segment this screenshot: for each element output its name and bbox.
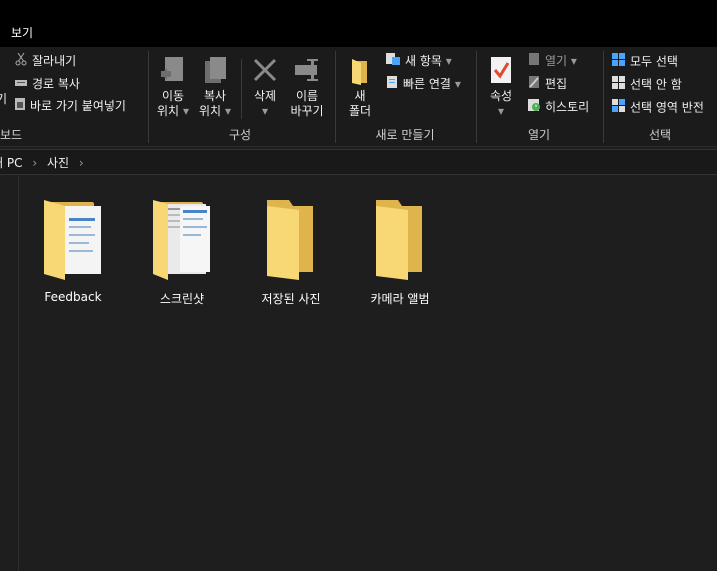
move-to-label-1: 이동 [161,89,185,103]
properties-check-icon [488,57,514,88]
folder-item[interactable]: 스크린샷 [132,196,232,307]
folder-with-screenshots-icon [150,200,214,284]
copy-to-label-2: 위치 [199,104,222,118]
history-label: 히스토리 [545,100,590,114]
properties-button[interactable]: 속성 ▾ [482,55,520,119]
paste-shortcut-button[interactable]: 바로 가기 붙여넣기 [14,97,126,115]
easy-access-icon [385,75,399,94]
folder-icon [259,200,323,284]
chevron-right-icon[interactable]: › [32,156,37,170]
easy-access-button[interactable]: 빠른 연결 ▾ [385,75,461,93]
chevron-down-icon: ▾ [261,104,269,118]
invert-selection-label: 선택 영역 반전 [630,100,704,115]
chevron-down-icon: ▾ [454,77,461,91]
clipboard-group-label: 보드 [0,128,23,142]
delete-label: 삭제 [253,89,277,103]
folder-item[interactable]: Feedback [23,196,123,304]
chevron-down-icon: ▾ [224,104,231,118]
scissors-icon [14,52,28,71]
cut-label: 잘라내기 [32,54,77,68]
open-icon [527,52,541,71]
new-folder-label-1: 새 [354,89,366,103]
folder-name: Feedback [44,290,102,304]
open-label: 열기 [545,54,568,68]
copy-to-button[interactable]: 복사 위치 ▾ [196,55,234,119]
rename-button[interactable]: 이름 바꾸기 [288,55,326,119]
new-group-label: 새로 만들기 [375,128,435,142]
separator [335,51,336,143]
new-folder-label-2: 폴더 [348,104,372,118]
easy-access-label: 빠른 연결 [403,77,451,91]
select-all-icon [611,52,626,72]
chevron-down-icon: ▾ [497,104,505,118]
paste-label-fragment[interactable]: 기 [0,90,7,108]
rename-label-2: 바꾸기 [290,104,324,118]
new-item-label: 새 항목 [405,54,442,68]
cut-button[interactable]: 잘라내기 [14,52,76,70]
chevron-right-icon[interactable]: › [79,156,84,170]
folder-name: 스크린샷 [159,292,205,306]
folder-name: 저장된 사진 [261,292,321,306]
move-to-icon [159,57,187,88]
properties-label: 속성 [489,89,513,103]
chevron-down-icon: ▾ [182,104,189,118]
edit-label: 편집 [545,77,568,91]
paste-shortcut-label: 바로 가기 붙여넣기 [30,99,126,113]
folder-with-documents-icon [41,200,105,284]
separator [241,59,242,119]
separator [148,51,149,143]
select-group-label: 선택 [648,128,672,142]
folder-icon [368,200,432,284]
chevron-down-icon: ▾ [570,54,577,68]
breadcrumb-pictures[interactable]: 사진 [47,156,69,170]
separator [603,51,604,143]
invert-selection-button[interactable]: 선택 영역 반전 [611,98,704,116]
navigation-pane-edge [18,176,19,571]
delete-button[interactable]: 삭제 ▾ [246,55,284,119]
copy-path-icon [14,76,28,94]
select-none-icon [611,75,626,95]
select-all-label: 모두 선택 [630,54,678,69]
folder-item[interactable]: 카메라 앨범 [350,196,450,307]
invert-selection-icon [611,98,626,118]
breadcrumb: 내 PC › 사진 › [0,154,84,171]
edit-button[interactable]: 편집 [527,75,567,93]
tab-view[interactable]: 보기 [11,24,33,41]
copy-to-icon [201,57,229,88]
delete-x-icon [251,58,279,88]
select-all-button[interactable]: 모두 선택 [611,52,678,70]
new-item-button[interactable]: 새 항목 ▾ [385,52,452,70]
folder-item[interactable]: 저장된 사진 [241,196,341,307]
copy-path-label: 경로 복사 [32,77,80,91]
address-bar[interactable]: 내 PC › 사진 › [0,149,717,175]
chevron-down-icon: ▾ [445,54,452,68]
open-group-label: 열기 [527,128,551,142]
folder-name: 카메라 앨범 [370,292,430,306]
new-folder-button[interactable]: 새 폴더 [342,55,378,119]
select-none-button[interactable]: 선택 안 함 [611,75,682,93]
move-to-button[interactable]: 이동 위치 ▾ [154,55,192,119]
ribbon-tab-bar: 보기 [0,0,717,47]
rename-label-1: 이름 [295,89,319,103]
open-button[interactable]: 열기 ▾ [527,52,577,70]
move-to-label-2: 위치 [157,104,180,118]
copy-to-label-1: 복사 [203,89,227,103]
rename-icon [292,59,322,88]
organize-group-label: 구성 [228,128,252,142]
breadcrumb-this-pc[interactable]: 내 PC [0,156,22,170]
copy-path-button[interactable]: 경로 복사 [14,75,80,93]
edit-icon [527,75,541,94]
paste-shortcut-icon [14,97,26,116]
separator [476,51,477,143]
file-list: Feedback 스크린샷 저장된 사진 카메라 앨범 [0,176,717,571]
select-none-label: 선택 안 함 [630,77,682,92]
ribbon: 기 잘라내기 경로 복사 바로 가기 붙여넣기 보드 이동 위치 ▾ 복사 위치… [0,47,717,147]
history-icon [527,98,541,117]
new-folder-icon [349,59,371,88]
new-item-icon [385,52,401,71]
history-button[interactable]: 히스토리 [527,98,589,116]
